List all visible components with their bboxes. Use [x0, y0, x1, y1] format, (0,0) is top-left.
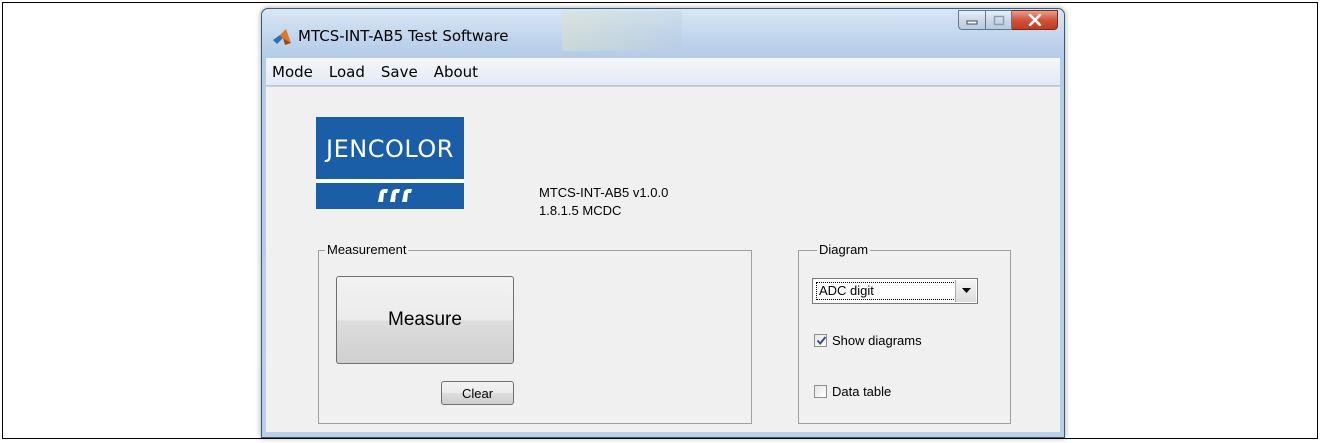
maximize-button[interactable]	[986, 10, 1012, 30]
menu-mode[interactable]: Mode	[266, 63, 321, 81]
diagram-group-label: Diagram	[817, 242, 871, 257]
diagram-type-select[interactable]: ADC digit	[812, 278, 978, 304]
show-diagrams-row[interactable]: Show diagrams	[814, 333, 922, 348]
jencolor-logo: JENCOLOR	[316, 117, 464, 209]
background-window-ghost	[562, 11, 682, 51]
minimize-icon	[966, 20, 978, 25]
show-diagrams-label: Show diagrams	[832, 333, 922, 348]
measurement-group-label: Measurement	[325, 242, 409, 257]
data-table-row[interactable]: Data table	[814, 384, 891, 399]
window-title: MTCS-INT-AB5 Test Software	[298, 27, 509, 45]
maximize-icon	[993, 15, 1004, 25]
clear-button[interactable]: Clear	[441, 381, 514, 405]
client-area: JENCOLOR MTCS-INT-AB5 v1.0.0 1.8.1.5 MCD…	[266, 86, 1060, 432]
data-table-checkbox[interactable]	[814, 385, 827, 398]
data-table-label: Data table	[832, 384, 892, 399]
title-bar[interactable]: MTCS-INT-AB5 Test Software	[262, 9, 1064, 57]
minimize-button[interactable]	[958, 10, 986, 30]
close-button[interactable]	[1012, 10, 1058, 30]
dropdown-arrow-icon[interactable]	[955, 280, 976, 302]
window-controls	[958, 10, 1058, 32]
version-info: MTCS-INT-AB5 v1.0.0 1.8.1.5 MCDC	[539, 184, 668, 220]
menu-bar: Mode Load Save About	[266, 58, 1060, 86]
version-name: MTCS-INT-AB5 v1.0.0	[539, 185, 669, 200]
version-build: 1.8.1.5 MCDC	[539, 203, 622, 218]
menu-save[interactable]: Save	[375, 63, 426, 81]
app-window: MTCS-INT-AB5 Test Software Mode Load Sav…	[261, 8, 1065, 438]
show-diagrams-checkbox[interactable]	[814, 334, 827, 347]
logo-text: JENCOLOR	[326, 135, 454, 163]
close-icon	[1028, 14, 1041, 26]
logo-mark-icon	[378, 189, 412, 202]
diagram-type-value: ADC digit	[816, 282, 956, 300]
measurement-group: Measurement Measure Clear	[318, 242, 752, 424]
checkmark-icon	[816, 336, 827, 346]
matlab-icon[interactable]	[272, 27, 292, 47]
menu-about[interactable]: About	[428, 63, 486, 81]
logo-band	[316, 179, 464, 183]
window-bottom-border	[266, 432, 1060, 436]
diagram-group: Diagram ADC digit Show diagrams Data tab…	[798, 242, 1011, 424]
menu-load[interactable]: Load	[323, 63, 373, 81]
measure-button[interactable]: Measure	[336, 276, 514, 364]
